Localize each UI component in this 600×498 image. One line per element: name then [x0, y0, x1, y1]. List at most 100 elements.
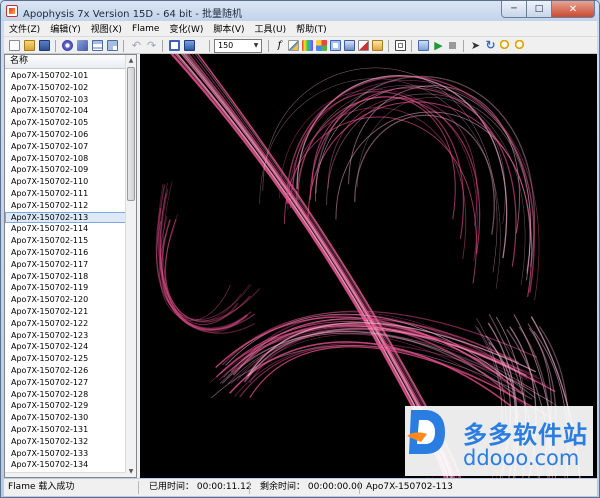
fractal-strand	[170, 54, 445, 478]
redo-icon[interactable]: ↷	[146, 40, 157, 51]
list-item[interactable]: Apo7X-150702-126	[5, 365, 126, 377]
quality-value: 150	[218, 41, 234, 50]
list-item[interactable]: Apo7X-150702-125	[5, 353, 126, 365]
maximize-icon: □	[534, 4, 544, 14]
menu-script[interactable]: 脚本(V)	[208, 22, 249, 35]
menu-view[interactable]: 视图(X)	[86, 22, 127, 35]
toolbar-separator	[123, 40, 124, 52]
rotate-icon[interactable]: ↻	[485, 39, 496, 51]
zoom-out-icon[interactable]	[515, 40, 526, 51]
menu-file[interactable]: 文件(Z)	[4, 22, 45, 35]
list-item[interactable]: Apo7X-150702-110	[5, 176, 126, 188]
chevron-down-icon[interactable]: ▼	[251, 40, 261, 52]
menu-flame[interactable]: Flame	[127, 24, 165, 34]
grid-view-icon[interactable]	[107, 40, 118, 51]
watermark-title: 多多软件站	[463, 421, 588, 449]
title-bar[interactable]: Apophysis 7x Version 15D - 64 bit - 批量随机…	[1, 1, 599, 21]
fractal-strand	[155, 207, 252, 329]
undo-icon[interactable]: ↶	[131, 40, 142, 51]
gear-icon[interactable]	[62, 40, 73, 51]
list-item[interactable]: Apo7X-150702-107	[5, 141, 126, 153]
list-item[interactable]: Apo7X-150702-128	[5, 389, 126, 401]
scroll-up-icon[interactable]: ▲	[126, 55, 136, 66]
flame-preview-canvas[interactable]: 多多软件站 ddooo.com	[140, 54, 597, 478]
menu-tools[interactable]: 工具(U)	[250, 22, 292, 35]
list-item[interactable]: Apo7X-150702-115	[5, 235, 126, 247]
pointer-icon[interactable]: ➤	[470, 40, 481, 51]
flame-list-items: Apo7X-150702-101 Apo7X-150702-102 Apo7X-15…	[5, 70, 126, 474]
app-window: Apophysis 7x Version 15D - 64 bit - 批量随机…	[0, 0, 600, 498]
list-view-icon[interactable]	[92, 40, 103, 51]
list-item[interactable]: Apo7X-150702-131	[5, 424, 126, 436]
open-icon[interactable]	[24, 40, 35, 51]
play-icon[interactable]: ▶	[433, 40, 444, 51]
list-item[interactable]: Apo7X-150702-116	[5, 247, 126, 259]
export-icon[interactable]	[344, 40, 355, 51]
menu-help[interactable]: 帮助(T)	[291, 22, 332, 35]
zoom-in-icon[interactable]	[500, 40, 511, 51]
list-horizontal-scrollbar[interactable]	[5, 472, 126, 477]
adjust-icon[interactable]	[330, 40, 341, 51]
menu-edit[interactable]: 编辑(Y)	[45, 22, 86, 35]
list-item[interactable]: Apo7X-150702-103	[5, 94, 126, 106]
image-icon[interactable]	[395, 40, 406, 51]
close-icon: ✕	[568, 3, 578, 15]
stop-icon[interactable]	[447, 40, 458, 51]
list-item[interactable]: Apo7X-150702-117	[5, 259, 126, 271]
list-item[interactable]: Apo7X-150702-132	[5, 436, 126, 448]
list-item[interactable]: Apo7X-150702-106	[5, 129, 126, 141]
list-item[interactable]: Apo7X-150702-130	[5, 412, 126, 424]
list-item[interactable]: Apo7X-150702-111	[5, 188, 126, 200]
fullscreen-icon[interactable]	[169, 40, 180, 51]
list-item[interactable]: Apo7X-150702-112	[5, 200, 126, 212]
minimize-button[interactable]: ─	[501, 1, 527, 18]
script-edit-icon[interactable]	[418, 40, 429, 51]
script-icon[interactable]	[77, 40, 88, 51]
list-vertical-scrollbar[interactable]: ▲ ▼	[125, 55, 136, 477]
list-item[interactable]: Apo7X-150702-129	[5, 400, 126, 412]
formula-icon[interactable]: f	[274, 40, 285, 51]
render-icon[interactable]	[358, 40, 369, 51]
list-item[interactable]: Apo7X-150702-118	[5, 271, 126, 283]
scroll-down-icon[interactable]: ▼	[126, 466, 136, 477]
preview-icon[interactable]	[184, 40, 195, 51]
list-item[interactable]: Apo7X-150702-121	[5, 306, 126, 318]
fractal-strand	[297, 96, 481, 255]
list-item[interactable]: Apo7X-150702-133	[5, 448, 126, 460]
fractal-strand	[159, 188, 240, 333]
list-item[interactable]: Apo7X-150702-122	[5, 318, 126, 330]
new-icon[interactable]	[9, 40, 20, 51]
edit-icon[interactable]	[288, 40, 299, 51]
list-item[interactable]: Apo7X-150702-114	[5, 223, 126, 235]
status-divider	[359, 481, 360, 494]
watermark-logo	[407, 410, 445, 454]
transform-icon[interactable]	[372, 40, 383, 51]
list-item[interactable]: Apo7X-150702-123	[5, 330, 126, 342]
list-item[interactable]: Apo7X-150702-105	[5, 117, 126, 129]
list-item[interactable]: Apo7X-150702-101	[5, 70, 126, 82]
toolbar-separator	[463, 40, 464, 52]
list-item[interactable]: Apo7X-150702-127	[5, 377, 126, 389]
maximize-button[interactable]: □	[527, 1, 552, 18]
list-item[interactable]: Apo7X-150702-120	[5, 294, 126, 306]
list-item[interactable]: Apo7X-150702-124	[5, 341, 126, 353]
fractal-strand	[315, 85, 531, 274]
list-item[interactable]: Apo7X-150702-104	[5, 105, 126, 117]
save-icon[interactable]	[39, 40, 50, 51]
list-header-name[interactable]: 名称	[5, 55, 126, 69]
menu-bar: 文件(Z) 编辑(Y) 视图(X) Flame 变化(W) 脚本(V) 工具(U…	[4, 21, 597, 36]
scrollbar-thumb[interactable]	[127, 67, 135, 201]
list-item[interactable]: Apo7X-150702-119	[5, 282, 126, 294]
close-button[interactable]: ✕	[552, 1, 595, 18]
mutate-icon[interactable]	[316, 40, 327, 51]
quality-select[interactable]: 150 ▼	[214, 39, 262, 53]
menu-variation[interactable]: 变化(W)	[164, 22, 208, 35]
list-item[interactable]: Apo7X-150702-108	[5, 153, 126, 165]
gradient-icon[interactable]	[302, 40, 313, 51]
minimize-icon: ─	[511, 4, 517, 14]
list-item[interactable]: Apo7X-150702-113	[5, 211, 126, 224]
list-item[interactable]: Apo7X-150702-134	[5, 459, 126, 471]
list-item[interactable]: Apo7X-150702-109	[5, 164, 126, 176]
fractal-strand	[159, 192, 256, 334]
list-item[interactable]: Apo7X-150702-102	[5, 82, 126, 94]
